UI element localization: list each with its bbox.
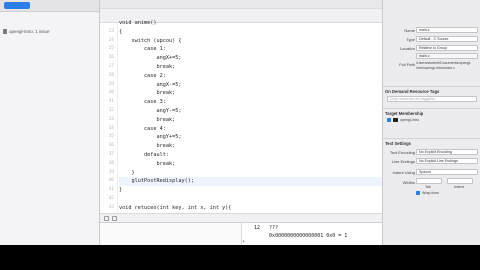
- location-label: Location: [399, 46, 415, 51]
- wrap-lines-label: Wrap lines: [422, 191, 439, 195]
- project-navigator: opengl-intro: 1 issue: [0, 0, 100, 245]
- full-path-label: Full Path: [399, 62, 415, 67]
- indent-width-stepper[interactable]: [447, 178, 473, 184]
- navigator-filter-field[interactable]: [4, 2, 30, 9]
- line-number: 27: [108, 64, 114, 69]
- line-number: 42: [108, 196, 114, 201]
- code-area[interactable]: void anime(){ switch (upcou) { case 1: a…: [119, 20, 382, 255]
- code-line[interactable]: break;: [119, 116, 175, 125]
- target-membership-title: Target Membership: [385, 111, 424, 116]
- line-number: 25: [108, 46, 114, 52]
- section-divider: [383, 138, 480, 139]
- line-number: 31: [108, 99, 114, 105]
- line-endings-label: Line Endings: [391, 159, 415, 164]
- continue-icon[interactable]: [112, 216, 117, 221]
- code-line[interactable]: }: [119, 186, 122, 195]
- type-select[interactable]: Default - C Source: [416, 36, 478, 42]
- tab-width-label: Tab: [425, 185, 431, 189]
- line-number: 30: [108, 90, 114, 96]
- code-line[interactable]: case 1:: [119, 45, 166, 54]
- line-number: 28: [108, 72, 114, 78]
- line-number: 23: [108, 28, 114, 34]
- code-line[interactable]: case 2:: [119, 72, 166, 81]
- source-editor[interactable]: 23 24 25 26 27 28 29 30 31 32 33 34 35 36 37 38 39 40 41 42…: [100, 0, 382, 255]
- code-line[interactable]: case 4:: [119, 125, 166, 134]
- screen-bottom-bar: [0, 245, 480, 270]
- code-line[interactable]: case 3:: [119, 98, 166, 107]
- code-line[interactable]: glutPostRedisplay();: [119, 177, 193, 186]
- text-encoding-select[interactable]: No Explicit Encoding: [416, 149, 478, 155]
- code-line[interactable]: angY-=5;: [119, 107, 181, 116]
- text-encoding-label: Text Encoding: [389, 150, 415, 155]
- code-line[interactable]: }: [119, 169, 134, 178]
- code-line[interactable]: angX+=5;: [119, 54, 181, 63]
- console-line: 12 ???: [254, 225, 279, 231]
- file-icon: [3, 29, 7, 34]
- name-field[interactable]: main.c: [416, 27, 478, 33]
- editor-tab-strip: [100, 0, 382, 9]
- editor-bottom-bar: [100, 213, 382, 222]
- target-checkbox[interactable]: [387, 118, 391, 122]
- line-number: 41: [108, 187, 114, 193]
- line-number: 32: [108, 108, 114, 113]
- line-number: 43: [108, 204, 114, 210]
- variables-view: [100, 223, 242, 246]
- line-number: 37: [108, 152, 114, 157]
- widths-label: Widths: [402, 180, 415, 185]
- full-path-value: /Users/student/Documents/opengl-intro/op…: [416, 61, 472, 70]
- tab-width-stepper[interactable]: [416, 178, 442, 184]
- line-number: 33: [108, 116, 114, 122]
- line-number-gutter: 23 24 25 26 27 28 29 30 31 32 33 34 35 36 37 38 39 40 41 42…: [100, 23, 118, 245]
- code-line[interactable]: default:: [119, 151, 169, 160]
- line-number: 36: [108, 143, 114, 149]
- code-line[interactable]: void anime(): [119, 19, 156, 28]
- location-path-field: main.c: [416, 53, 478, 59]
- location-select[interactable]: Relative to Group: [416, 45, 478, 51]
- code-line[interactable]: break;: [119, 63, 175, 72]
- line-endings-select[interactable]: No Explicit Line Endings: [416, 158, 478, 164]
- debug-area: 12 ??? 0x0000000000000001 0x0 = 1 ›: [100, 222, 382, 246]
- code-line[interactable]: break;: [119, 89, 175, 98]
- code-line[interactable]: angX-=5;: [119, 81, 181, 90]
- indent-using-label: Indent Using: [392, 170, 415, 175]
- on-demand-title: On Demand Resource Tags: [385, 89, 440, 94]
- code-line[interactable]: void retuceo(int key, int x, int y){: [119, 204, 231, 213]
- target-app-icon: [393, 118, 398, 122]
- line-number: 34: [108, 125, 114, 131]
- code-line[interactable]: {: [119, 28, 122, 37]
- line-number: 29: [108, 81, 114, 87]
- target-name: opengl-intro: [400, 118, 419, 122]
- section-divider: [383, 108, 480, 109]
- line-number: 39: [108, 169, 114, 175]
- type-label: Type: [406, 37, 415, 42]
- line-number: 26: [108, 55, 114, 61]
- file-inspector: Name main.c Type Default - C Source Loca…: [382, 0, 480, 245]
- section-divider: [383, 86, 480, 87]
- code-line[interactable]: switch (upcou) {: [119, 37, 181, 46]
- line-number: 24: [108, 37, 114, 43]
- navigator-issue-item[interactable]: opengl-intro: 1 issue: [3, 27, 97, 36]
- code-line[interactable]: break;: [119, 160, 175, 169]
- code-line[interactable]: break;: [119, 142, 175, 151]
- line-number: 38: [108, 160, 114, 166]
- console-line: 0x0000000000000001 0x0 = 1: [254, 233, 348, 239]
- indent-width-label: Indent: [454, 185, 464, 189]
- text-settings-title: Text Settings: [385, 141, 411, 146]
- wrap-lines-checkbox[interactable]: [416, 191, 420, 195]
- code-line[interactable]: angY+=5;: [119, 133, 181, 142]
- navigator-item-label: opengl-intro: 1 issue: [9, 29, 50, 34]
- line-number: 35: [108, 134, 114, 140]
- breakpoint-toggle-icon[interactable]: [104, 216, 109, 221]
- on-demand-tags-field[interactable]: Only resources are taggable: [387, 96, 477, 102]
- indent-using-select[interactable]: Spaces: [416, 169, 478, 175]
- xcode-window: opengl-intro: 1 issue 23 24 25 26 27 28 29 30 31…: [0, 0, 480, 270]
- line-number: 40: [108, 178, 114, 184]
- name-label: Name: [404, 28, 415, 33]
